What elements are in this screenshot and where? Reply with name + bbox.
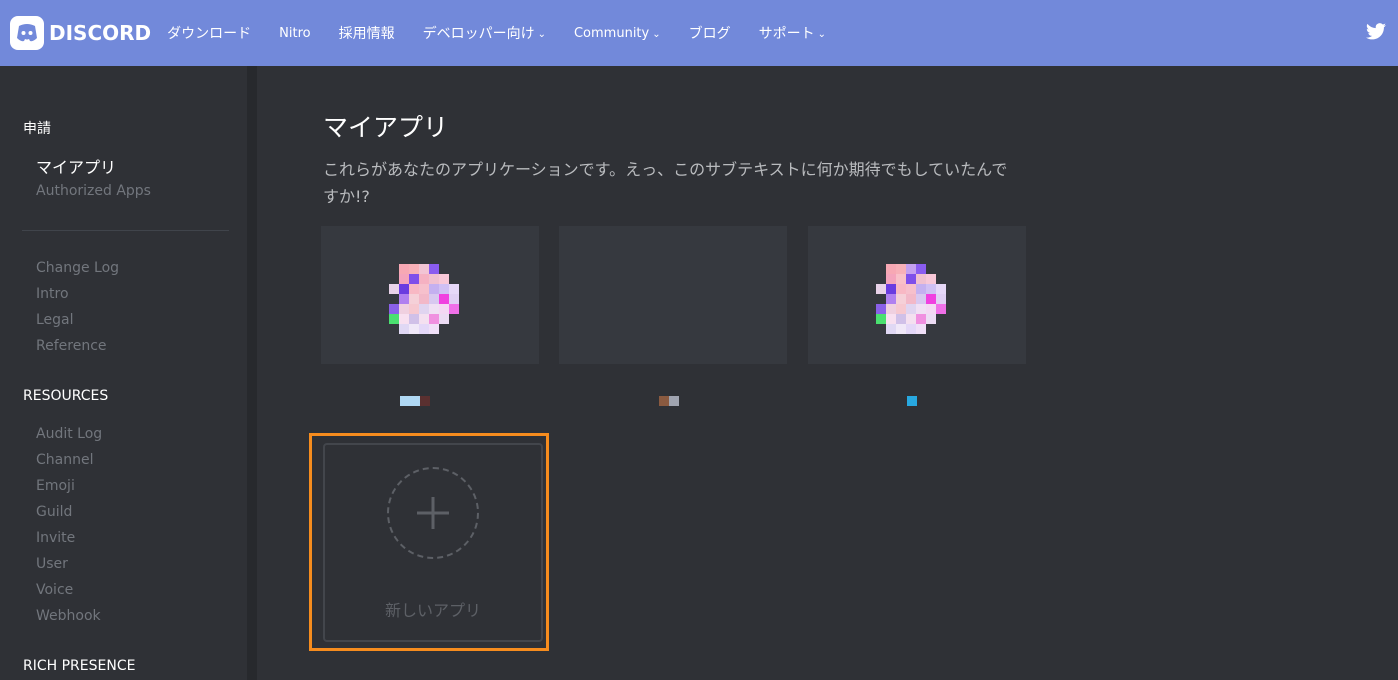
discord-logo-icon <box>10 16 44 50</box>
sidebar-item-emoji[interactable]: Emoji <box>36 478 75 494</box>
nav-link-label: 採用情報 <box>338 26 395 42</box>
nav-link-community[interactable]: Community ⌄ <box>574 26 661 41</box>
new-app-button[interactable]: 新しいアプリ <box>323 443 543 642</box>
sidebar-item-channel[interactable]: Channel <box>36 452 93 468</box>
chevron-down-icon: ⌄ <box>652 28 661 40</box>
app-name-pixels <box>659 396 679 406</box>
sidebar-divider <box>22 230 229 231</box>
app-card[interactable] <box>321 226 539 431</box>
nav-link-download[interactable]: ダウンロード <box>167 23 251 43</box>
nav-link-nitro[interactable]: Nitro <box>279 26 310 41</box>
app-card-top <box>559 226 787 364</box>
nav-link-label: デベロッパー向け <box>422 26 535 42</box>
sidebar-separator <box>247 66 257 680</box>
nav-link-support[interactable]: サポート ⌄ <box>759 23 826 43</box>
main-content: マイアプリ これらがあなたのアプリケーションです。えっ、このサブテキストに何か期… <box>257 66 1398 680</box>
sidebar-item-audit-log[interactable]: Audit Log <box>36 426 102 442</box>
nav-link-developers[interactable]: デベロッパー向け ⌄ <box>423 23 546 43</box>
nav-link-jobs[interactable]: 採用情報 <box>339 23 395 43</box>
sidebar-item-my-apps[interactable]: マイアプリ <box>36 154 116 178</box>
app-name-pixels <box>400 396 430 406</box>
nav-link-label: ブログ <box>688 26 731 42</box>
app-card[interactable] <box>559 226 787 431</box>
sidebar-item-change-log[interactable]: Change Log <box>36 260 119 276</box>
nav-link-blog[interactable]: ブログ <box>689 23 731 43</box>
discord-logo-text: DISCORD <box>49 21 152 45</box>
sidebar-heading-applications: 申請 <box>23 121 51 137</box>
discord-logo[interactable]: DISCORD <box>10 16 151 50</box>
sidebar-heading-resources: RESOURCES <box>23 388 109 404</box>
sidebar-item-intro[interactable]: Intro <box>36 286 69 302</box>
chevron-down-icon: ⌄ <box>537 28 546 40</box>
app-card[interactable] <box>808 226 1026 431</box>
sidebar-item-reference[interactable]: Reference <box>36 338 107 354</box>
sidebar-item-user[interactable]: User <box>36 556 68 572</box>
sidebar-item-authorized-apps[interactable]: Authorized Apps <box>36 183 151 199</box>
top-navigation: DISCORD ダウンロード Nitro 採用情報 デベロッパー向け ⌄ Com… <box>0 0 1398 66</box>
nav-link-label: Community <box>573 25 650 41</box>
app-name-pixels <box>907 396 917 406</box>
new-app-circle <box>387 467 479 559</box>
nav-link-label: サポート <box>758 26 815 42</box>
plus-icon <box>417 497 449 529</box>
app-avatar-icon <box>876 264 956 344</box>
app-card-bottom <box>808 364 1026 431</box>
sidebar-item-legal[interactable]: Legal <box>36 312 74 328</box>
sidebar-heading-rich-presence: RICH PRESENCE <box>23 658 136 674</box>
twitter-icon[interactable] <box>1366 23 1386 40</box>
sidebar-item-voice[interactable]: Voice <box>36 582 73 598</box>
app-avatar-icon <box>389 264 469 344</box>
chevron-down-icon: ⌄ <box>817 28 827 40</box>
app-card-bottom <box>321 364 539 431</box>
sidebar: 申請 マイアプリ Authorized Apps Change Log Intr… <box>0 66 247 680</box>
sidebar-item-guild[interactable]: Guild <box>36 504 72 520</box>
new-app-label: 新しいアプリ <box>384 601 481 620</box>
nav-links: ダウンロード Nitro 採用情報 デベロッパー向け ⌄ Community ⌄… <box>167 23 854 43</box>
page-subtitle: これらがあなたのアプリケーションです。えっ、このサブテキストに何か期待でもしてい… <box>323 160 1008 206</box>
nav-link-label: ダウンロード <box>167 26 252 42</box>
sidebar-item-invite[interactable]: Invite <box>36 530 75 546</box>
nav-link-label: Nitro <box>279 25 311 41</box>
sidebar-item-webhook[interactable]: Webhook <box>36 608 101 624</box>
page-title: マイアプリ <box>323 113 449 142</box>
